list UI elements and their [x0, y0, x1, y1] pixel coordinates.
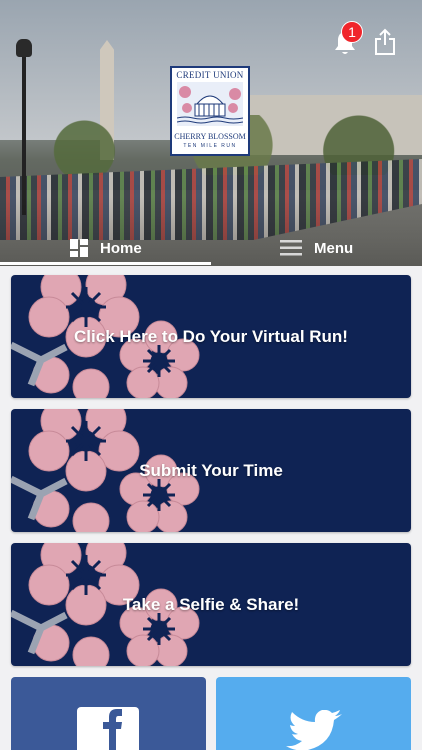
tab-bar: Home Menu — [0, 233, 422, 266]
submit-time-button[interactable]: Submit Your Time — [11, 409, 411, 532]
virtual-run-label: Click Here to Do Your Virtual Run! — [74, 326, 348, 346]
active-tab-indicator — [0, 262, 211, 265]
tab-home-label: Home — [100, 239, 142, 257]
twitter-button[interactable] — [216, 677, 411, 750]
submit-time-label: Submit Your Time — [139, 460, 283, 480]
twitter-icon — [286, 710, 342, 750]
selfie-share-label: Take a Selfie & Share! — [122, 594, 300, 614]
jefferson-memorial-art — [177, 82, 243, 126]
notification-badge: 1 — [341, 21, 363, 43]
selfie-share-button[interactable]: Take a Selfie & Share! — [11, 543, 411, 666]
logo-line1: CREDIT UNION — [176, 70, 244, 80]
tab-home[interactable]: Home — [70, 233, 142, 263]
street-lamp — [16, 39, 32, 215]
tab-menu[interactable]: Menu — [280, 233, 353, 263]
facebook-icon — [77, 707, 139, 750]
event-logo: CREDIT UNION CHERRY BLOSSOM TEN MILE RUN — [170, 66, 250, 156]
tab-menu-label: Menu — [314, 239, 354, 257]
dashboard-icon — [70, 239, 88, 257]
hamburger-icon — [280, 240, 302, 256]
facebook-button[interactable] — [11, 677, 206, 750]
logo-line2: CHERRY BLOSSOM — [174, 132, 246, 141]
virtual-run-button[interactable]: Click Here to Do Your Virtual Run! — [11, 275, 411, 398]
share-icon[interactable] — [373, 28, 397, 56]
logo-line3: TEN MILE RUN — [183, 143, 237, 149]
